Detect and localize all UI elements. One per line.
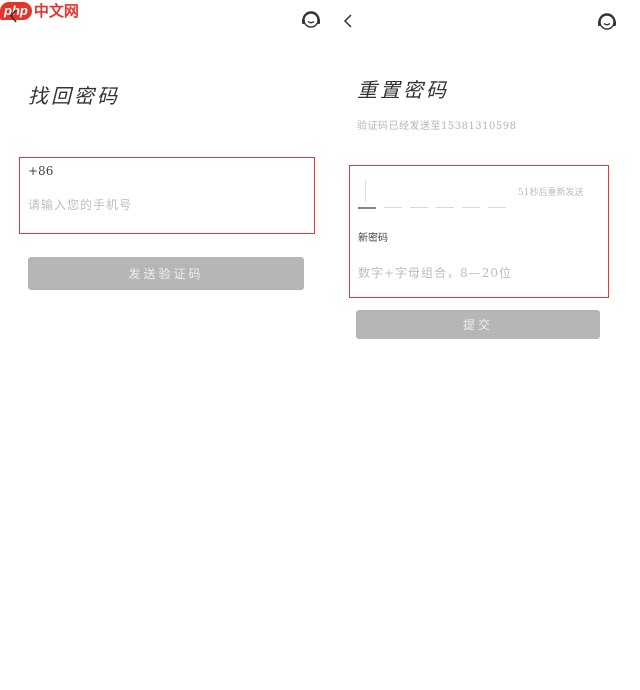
submit-button[interactable]: 提交 [356,310,600,339]
new-password-label: 新密码 [358,233,388,244]
resend-countdown: 51秒后重新发送 [518,188,584,198]
phone-input[interactable]: 请输入您的手机号 [28,196,132,213]
headset-service-icon[interactable] [300,8,322,34]
page-title: 重置密码 [357,78,449,102]
phone-input-group: +86 请输入您的手机号 [19,157,315,234]
code-slot[interactable] [462,207,480,208]
code-slot[interactable] [384,207,402,208]
code-slot[interactable] [488,207,506,208]
headset-service-icon[interactable] [596,10,618,36]
code-input-cursor [365,180,366,202]
left-back-icon-partial[interactable] [10,8,18,23]
reset-form-group: 51秒后重新发送 新密码 数字+字母组合，8—20位 [349,165,609,298]
country-code[interactable]: +86 [28,164,53,178]
code-slot[interactable] [358,207,376,209]
send-code-button[interactable]: 发送验证码 [28,257,304,290]
logo-site-name: 中文网 [33,2,79,20]
code-input[interactable] [358,207,506,209]
code-slot[interactable] [436,207,454,208]
new-password-input[interactable]: 数字+字母组合，8—20位 [358,264,512,281]
code-slot[interactable] [410,207,428,208]
code-sent-notice: 验证码已经发送至15381310598 [357,121,517,132]
chevron-left-icon[interactable] [343,13,353,33]
page-title: 找回密码 [28,84,120,108]
